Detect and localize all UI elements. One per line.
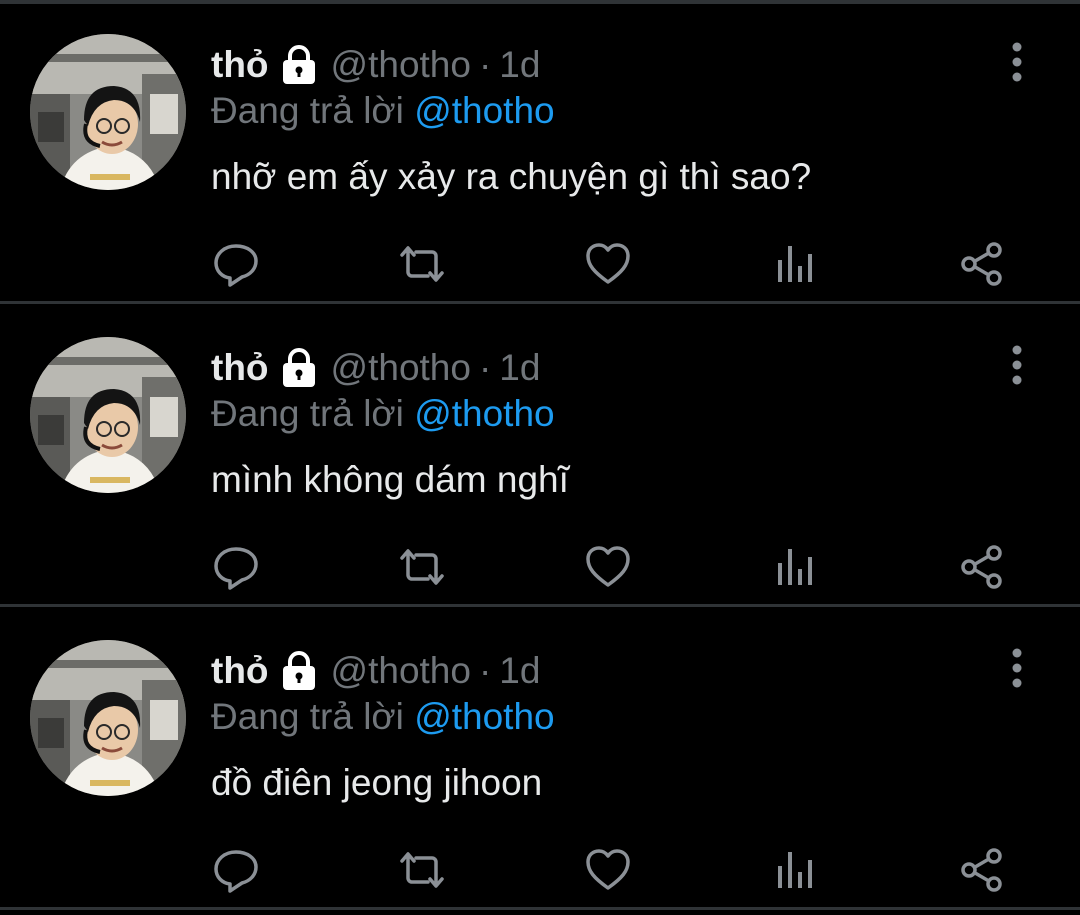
tweet-text: nhỡ em ấy xảy ra chuyện gì thì sao? <box>211 156 812 197</box>
reply-prefix: Đang trả lời <box>211 90 404 131</box>
share-icon[interactable] <box>958 543 1006 591</box>
more-vertical-icon[interactable] <box>1000 343 1034 387</box>
separator-dot: · <box>478 347 492 388</box>
tweet[interactable]: thỏ @thotho · 1d Đang trả lời @thotho mì… <box>0 307 1080 607</box>
separator-dot: · <box>478 650 492 691</box>
lock-icon <box>277 346 321 390</box>
display-name[interactable]: thỏ <box>211 347 269 389</box>
reply-prefix: Đang trả lời <box>211 696 404 737</box>
user-handle[interactable]: @thotho <box>331 44 471 86</box>
reply-mention-link[interactable]: @thotho <box>414 393 554 434</box>
user-handle[interactable]: @thotho <box>331 650 471 692</box>
analytics-icon[interactable] <box>772 543 820 591</box>
share-icon[interactable] <box>958 240 1006 288</box>
display-name[interactable]: thỏ <box>211 44 269 86</box>
tweet-header: thỏ @thotho · 1d <box>211 648 540 694</box>
reply-context: Đang trả lời @thotho <box>211 90 555 132</box>
reply-context: Đang trả lời @thotho <box>211 696 555 738</box>
heart-icon[interactable] <box>584 846 632 894</box>
heart-icon[interactable] <box>584 240 632 288</box>
heart-icon[interactable] <box>584 543 632 591</box>
timestamp[interactable]: 1d <box>499 347 540 389</box>
reply-prefix: Đang trả lời <box>211 393 404 434</box>
analytics-icon[interactable] <box>772 846 820 894</box>
separator-dot: · <box>478 44 492 85</box>
more-vertical-icon[interactable] <box>1000 40 1034 84</box>
retweet-icon[interactable] <box>398 240 446 288</box>
tweet-header: thỏ @thotho · 1d <box>211 345 540 391</box>
tweet[interactable]: thỏ @thotho · 1d Đang trả lời @thotho nh… <box>0 4 1080 304</box>
lock-icon <box>277 649 321 693</box>
avatar[interactable] <box>30 640 186 796</box>
reply-mention-link[interactable]: @thotho <box>414 696 554 737</box>
timestamp[interactable]: 1d <box>499 44 540 86</box>
reply-icon[interactable] <box>212 240 260 288</box>
share-icon[interactable] <box>958 846 1006 894</box>
user-handle[interactable]: @thotho <box>331 347 471 389</box>
retweet-icon[interactable] <box>398 846 446 894</box>
tweet[interactable]: thỏ @thotho · 1d Đang trả lời @thotho đồ… <box>0 610 1080 910</box>
reply-icon[interactable] <box>212 543 260 591</box>
reply-icon[interactable] <box>212 846 260 894</box>
divider <box>0 907 1080 910</box>
reply-mention-link[interactable]: @thotho <box>414 90 554 131</box>
timestamp[interactable]: 1d <box>499 650 540 692</box>
divider <box>0 604 1080 607</box>
avatar[interactable] <box>30 34 186 190</box>
avatar[interactable] <box>30 337 186 493</box>
analytics-icon[interactable] <box>772 240 820 288</box>
retweet-icon[interactable] <box>398 543 446 591</box>
lock-icon <box>277 43 321 87</box>
tweet-header: thỏ @thotho · 1d <box>211 42 540 88</box>
tweet-text: mình không dám nghĩ <box>211 459 569 500</box>
reply-context: Đang trả lời @thotho <box>211 393 555 435</box>
tweet-text: đồ điên jeong jihoon <box>211 762 543 803</box>
divider <box>0 301 1080 304</box>
display-name[interactable]: thỏ <box>211 650 269 692</box>
more-vertical-icon[interactable] <box>1000 646 1034 690</box>
